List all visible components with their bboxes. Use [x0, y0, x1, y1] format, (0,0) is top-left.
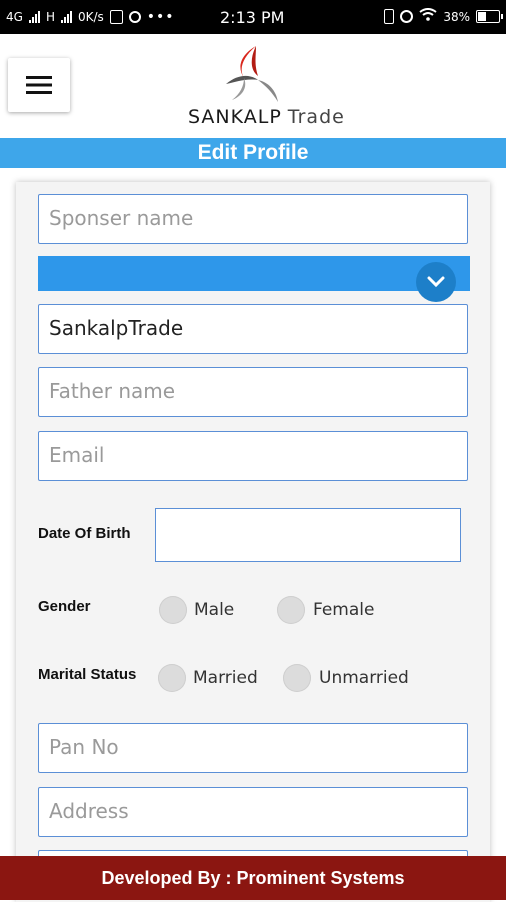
network-speed: 0K/s [77, 10, 104, 24]
network-type-secondary: H [45, 10, 55, 24]
hamburger-menu-button[interactable] [8, 58, 70, 112]
edit-profile-form: Sponser name SankalpTrade Father name Em… [16, 182, 490, 902]
signal-icon [28, 11, 40, 23]
gender-female-radio[interactable] [277, 596, 305, 624]
clock: 2:13 PM [220, 8, 285, 27]
logo-word-sankalp: SANKALP [188, 106, 282, 128]
app-header: SANKALP Trade [0, 34, 506, 138]
address-field[interactable]: Address [38, 787, 468, 837]
marital-status-label: Marital Status [38, 666, 137, 683]
email-field[interactable]: Email [38, 431, 468, 481]
status-right: 38% [384, 8, 503, 25]
gender-label: Gender [38, 598, 91, 615]
hamburger-icon [26, 76, 52, 94]
network-type: 4G [6, 10, 23, 24]
chrome-icon [128, 11, 141, 23]
sim-icon [109, 10, 123, 24]
chevron-down-icon [427, 276, 445, 288]
vibrate-icon [384, 9, 395, 24]
alarm-icon [400, 10, 414, 23]
gender-male-label: Male [194, 600, 235, 620]
dob-input[interactable] [155, 508, 461, 562]
page-title: Edit Profile [0, 138, 506, 168]
pan-no-field[interactable]: Pan No [38, 723, 468, 773]
father-name-field[interactable]: Father name [38, 367, 468, 417]
dob-label: Date Of Birth [38, 525, 131, 542]
marital-unmarried-radio[interactable] [283, 664, 311, 692]
logo-mark-icon [226, 46, 278, 102]
more-icon: ••• [146, 9, 175, 25]
status-bar: 4G H 0K/s ••• 2:13 PM 38% [0, 0, 506, 34]
status-left: 4G H 0K/s ••• [6, 9, 175, 25]
marital-married-label: Married [193, 668, 258, 688]
marital-married-radio[interactable] [158, 664, 186, 692]
battery-percent: 38% [443, 9, 470, 24]
developer-footer: Developed By : Prominent Systems [0, 856, 506, 900]
battery-icon [476, 10, 503, 23]
dropdown-toggle-button[interactable] [416, 262, 456, 302]
signal-icon [60, 11, 72, 23]
gender-male-radio[interactable] [159, 596, 187, 624]
logo-text: SANKALP Trade [188, 106, 345, 128]
name-field[interactable]: SankalpTrade [38, 304, 468, 354]
gender-female-label: Female [313, 600, 375, 620]
wifi-icon [419, 8, 437, 25]
sankalp-logo: SANKALP Trade [186, 44, 344, 134]
sponser-select-dropdown[interactable] [38, 256, 470, 302]
logo-word-trade: Trade [287, 106, 345, 128]
sponser-name-field[interactable]: Sponser name [38, 194, 468, 244]
marital-unmarried-label: Unmarried [319, 668, 409, 688]
